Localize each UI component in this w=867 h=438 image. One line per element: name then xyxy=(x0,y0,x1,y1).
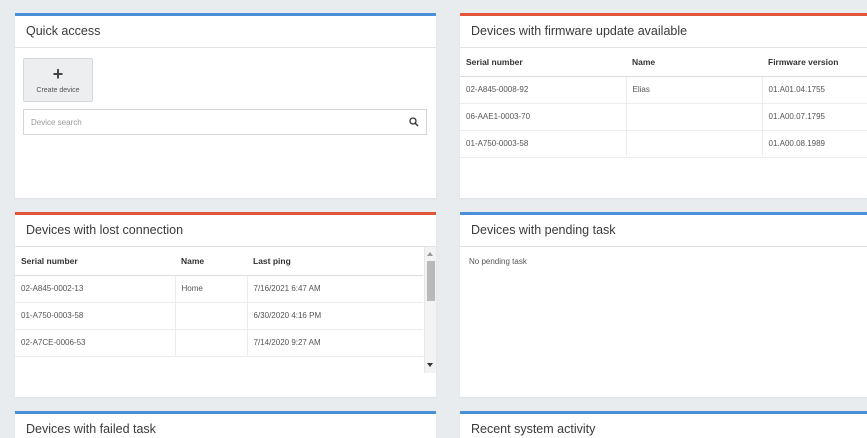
serial-cell: 02-A7CE-0006-53 xyxy=(15,329,175,357)
column-header-serial[interactable]: Serial number xyxy=(15,247,175,276)
scroll-up-arrow-icon[interactable] xyxy=(427,252,433,256)
name-cell xyxy=(625,103,762,131)
table-row[interactable]: 02-A845-0008-92 Elias 01.A01.04.1755 xyxy=(460,76,867,104)
firmware-cell: 01.A01.04.1755 xyxy=(761,76,867,104)
quick-access-title: Quick access xyxy=(15,16,436,48)
recent-activity-title: Recent system activity xyxy=(460,414,867,438)
no-pending-task-message: No pending task xyxy=(469,257,527,266)
name-cell xyxy=(625,130,762,158)
column-header-name[interactable]: Name xyxy=(626,48,762,77)
column-header-last-ping[interactable]: Last ping xyxy=(247,247,423,276)
firmware-table: Serial number Name Firmware version 02-A… xyxy=(460,48,867,158)
last-ping-cell: 7/14/2020 9:27 AM xyxy=(246,329,423,357)
table-header-row: Serial number Name Firmware version xyxy=(460,48,867,77)
search-icon xyxy=(409,117,419,127)
search-button[interactable] xyxy=(402,110,426,134)
serial-cell: 01-A750-0003-58 xyxy=(460,130,626,158)
scrollbar-thumb[interactable] xyxy=(427,261,435,301)
name-cell: Elias xyxy=(625,76,762,104)
scroll-down-arrow-icon[interactable] xyxy=(427,363,433,367)
create-device-label: Create device xyxy=(36,87,80,94)
firmware-cell: 01.A00.07.1795 xyxy=(761,103,867,131)
name-cell xyxy=(174,329,247,357)
column-header-name[interactable]: Name xyxy=(175,247,247,276)
pending-task-title: Devices with pending task xyxy=(460,215,867,247)
serial-cell: 02-A845-0002-13 xyxy=(15,275,175,303)
table-row[interactable]: 06-AAE1-0003-70 01.A00.07.1795 xyxy=(460,103,867,131)
column-header-serial[interactable]: Serial number xyxy=(460,48,626,77)
column-header-firmware[interactable]: Firmware version xyxy=(762,48,867,77)
failed-task-title: Devices with failed task xyxy=(15,414,436,438)
firmware-panel-title: Devices with firmware update available xyxy=(460,16,867,48)
recent-activity-panel: Recent system activity xyxy=(460,411,867,438)
plus-icon: + xyxy=(52,64,64,84)
device-search-input[interactable] xyxy=(24,110,402,134)
table-header-row: Serial number Name Last ping xyxy=(15,247,423,276)
serial-cell: 02-A845-0008-92 xyxy=(460,76,626,104)
table-row[interactable]: 02-A845-0002-13 Home 7/16/2021 6:47 AM xyxy=(15,275,423,303)
lost-connection-table: Serial number Name Last ping 02-A845-000… xyxy=(15,247,423,357)
pending-task-panel: Devices with pending task No pending tas… xyxy=(460,212,867,397)
create-device-button[interactable]: + Create device xyxy=(23,58,93,102)
table-row[interactable]: 01-A750-0003-58 6/30/2020 4:16 PM xyxy=(15,302,423,330)
quick-access-panel: Quick access + Create device xyxy=(15,13,436,198)
serial-cell: 06-AAE1-0003-70 xyxy=(460,103,626,131)
last-ping-cell: 6/30/2020 4:16 PM xyxy=(246,302,423,330)
failed-task-panel: Devices with failed task xyxy=(15,411,436,438)
last-ping-cell: 7/16/2021 6:47 AM xyxy=(246,275,423,303)
name-cell xyxy=(174,302,247,330)
firmware-cell: 01.A00.08.1989 xyxy=(761,130,867,158)
name-cell: Home xyxy=(174,275,247,303)
table-scrollbar[interactable] xyxy=(424,247,436,373)
lost-connection-panel: Devices with lost connection Serial numb… xyxy=(15,212,436,397)
table-row[interactable]: 02-A7CE-0006-53 7/14/2020 9:27 AM xyxy=(15,329,423,357)
firmware-update-panel: Devices with firmware update available S… xyxy=(460,13,867,198)
lost-connection-title: Devices with lost connection xyxy=(15,215,436,247)
serial-cell: 01-A750-0003-58 xyxy=(15,302,175,330)
table-row[interactable]: 01-A750-0003-58 01.A00.08.1989 xyxy=(460,130,867,158)
device-search-box xyxy=(23,109,427,135)
